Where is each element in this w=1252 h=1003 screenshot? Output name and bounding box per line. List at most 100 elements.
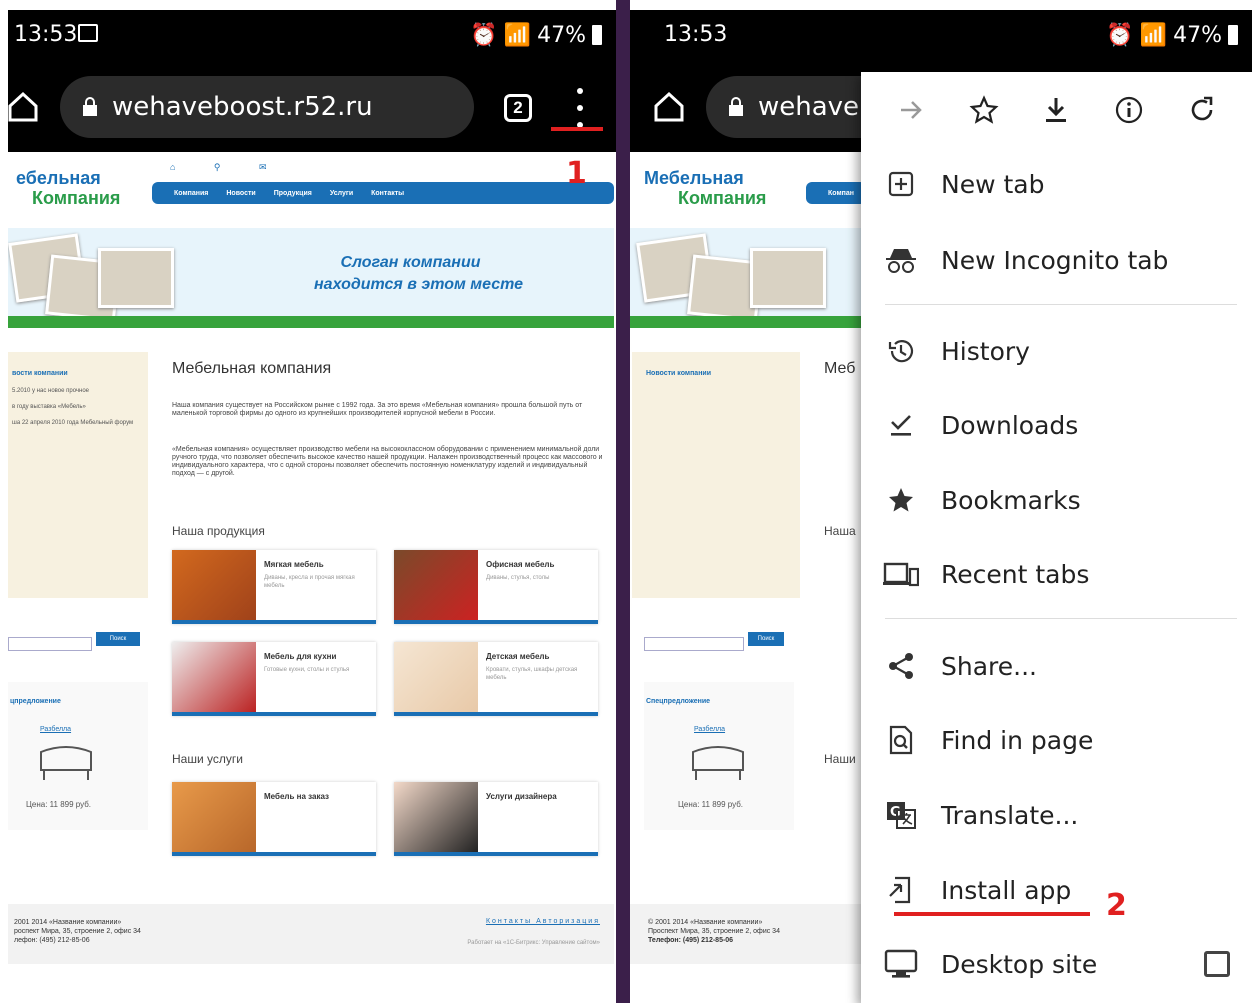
sofa-image[interactable] bbox=[688, 742, 748, 782]
menu-item-new-tab[interactable]: New tab bbox=[861, 154, 1252, 214]
nav-item[interactable]: Услуги bbox=[330, 190, 353, 197]
news-sidebar: вости компании 5.2010 у нас новое прочно… bbox=[8, 352, 148, 598]
menu-item-translate[interactable]: G Translate... bbox=[861, 785, 1252, 845]
nav-item[interactable]: Компания bbox=[174, 190, 208, 197]
service-card[interactable]: Мебель на заказ bbox=[172, 782, 376, 856]
menu-item-label: New Incognito tab bbox=[941, 245, 1169, 275]
lock-icon bbox=[83, 97, 97, 116]
menu-item-install-app[interactable]: Install app bbox=[861, 860, 1252, 920]
menu-item-desktop-site[interactable]: Desktop site bbox=[861, 934, 1252, 994]
product-card[interactable]: Мягкая мебель Диваны, кресла и прочая мя… bbox=[172, 550, 376, 624]
battery-percent: 47% bbox=[1173, 22, 1222, 48]
nav-item[interactable]: Продукция bbox=[274, 190, 312, 197]
alarm-icon: ⏰ bbox=[1106, 22, 1134, 47]
menu-item-label: Bookmarks bbox=[941, 485, 1081, 515]
product-image bbox=[172, 642, 256, 712]
menu-item-recent-tabs[interactable]: Recent tabs bbox=[861, 544, 1252, 604]
product-sub: Готовые кухни, столы и стулья bbox=[264, 667, 350, 673]
nav-item[interactable]: Компан bbox=[828, 190, 854, 197]
main-title-partial: Меб bbox=[824, 360, 856, 377]
product-title: Офисная мебель bbox=[486, 560, 555, 569]
logo-line1: ебельная bbox=[16, 168, 101, 188]
site-top-icons[interactable]: ⌂ ⚲ ✉ bbox=[170, 162, 285, 173]
site-logo[interactable]: ебельная Компания bbox=[16, 168, 120, 208]
product-card[interactable]: Детская мебель Кровати, стулья, шкафы де… bbox=[394, 642, 598, 716]
services-heading-partial: Наши bbox=[824, 752, 856, 766]
service-image bbox=[394, 782, 478, 852]
footer-credit[interactable]: Работает на «1С-Битрикс: Управление сайт… bbox=[467, 940, 600, 946]
news-heading[interactable]: Новости компании bbox=[632, 352, 800, 383]
info-icon[interactable] bbox=[1109, 90, 1149, 130]
site-search-button[interactable]: Поиск bbox=[748, 632, 784, 646]
site-search: Поиск bbox=[644, 632, 784, 652]
site-search-button[interactable]: Поиск bbox=[96, 632, 140, 646]
download-icon[interactable] bbox=[1036, 90, 1076, 130]
svg-text:G: G bbox=[890, 805, 901, 820]
devices-icon bbox=[861, 560, 941, 588]
menu-item-bookmarks[interactable]: Bookmarks bbox=[861, 470, 1252, 530]
alarm-icon: ⏰ bbox=[470, 22, 498, 47]
home-icon[interactable] bbox=[654, 88, 684, 124]
wifi-icon: 📶 bbox=[503, 22, 532, 47]
site-nav: Компан bbox=[806, 182, 866, 204]
annotation-underline-1 bbox=[551, 127, 603, 131]
product-card[interactable]: Офисная мебель Диваны, стулья, столы bbox=[394, 550, 598, 624]
annotation-number-2: 2 bbox=[1106, 888, 1127, 923]
news-item[interactable]: ша 22 апреля 2010 года Мебельный форум bbox=[8, 415, 148, 431]
site-search-input[interactable] bbox=[644, 637, 744, 651]
footer-info: 2001 2014 «Название компании» роспект Ми… bbox=[14, 918, 141, 945]
slogan-line1: Слоган компании bbox=[340, 254, 481, 271]
footer-phone: лефон: (495) 212-85-06 bbox=[14, 937, 90, 944]
site-logo[interactable]: Мебельная Компания bbox=[644, 168, 766, 208]
history-icon bbox=[861, 336, 941, 366]
news-item[interactable]: 5.2010 у нас новое прочное bbox=[8, 383, 148, 399]
forward-icon[interactable] bbox=[891, 90, 931, 130]
battery-icon bbox=[1228, 25, 1238, 45]
product-card[interactable]: Мебель для кухни Готовые кухни, столы и … bbox=[172, 642, 376, 716]
special-link[interactable]: Разбелла bbox=[40, 726, 71, 733]
nav-item[interactable]: Контакты bbox=[371, 190, 404, 197]
special-link[interactable]: Разбелла bbox=[694, 726, 725, 733]
star-icon[interactable] bbox=[964, 90, 1004, 130]
site-nav: Компания Новости Продукция Услуги Контак… bbox=[152, 182, 614, 204]
sofa-image[interactable] bbox=[36, 742, 96, 782]
annotation-number-1: 1 bbox=[566, 156, 587, 191]
screenshot-root: 13:53 ⏰ 📶 47% wehaveboost.r52.ru 2 ебель… bbox=[0, 0, 1252, 1003]
intro-paragraph: Наша компания существует на Российском р… bbox=[172, 402, 583, 417]
refresh-icon[interactable] bbox=[1182, 90, 1222, 130]
status-bar: 13:53 ⏰ 📶 47% bbox=[630, 10, 1252, 62]
services-heading: Наши услуги bbox=[172, 752, 243, 766]
menu-item-label: Desktop site bbox=[941, 949, 1098, 979]
menu-item-new-incognito-tab[interactable]: New Incognito tab bbox=[861, 230, 1252, 290]
menu-item-find-in-page[interactable]: Find in page bbox=[861, 710, 1252, 770]
menu-item-label: Translate... bbox=[941, 800, 1079, 830]
site-search: Поиск bbox=[8, 632, 148, 652]
menu-icon-row bbox=[861, 72, 1252, 148]
product-image bbox=[394, 550, 478, 620]
translate-icon: G bbox=[861, 800, 941, 830]
site-footer: 2001 2014 «Название компании» роспект Ми… bbox=[8, 904, 614, 964]
footer-links[interactable]: Контакты Авторизация bbox=[486, 918, 600, 925]
nav-item[interactable]: Новости bbox=[226, 190, 255, 197]
tab-switcher-button[interactable]: 2 bbox=[504, 94, 532, 122]
special-heading: Спецпредложение bbox=[646, 698, 711, 705]
home-icon[interactable] bbox=[8, 88, 38, 124]
find-in-page-icon bbox=[861, 725, 941, 755]
status-time: 13:53 bbox=[14, 22, 78, 47]
menu-item-history[interactable]: History bbox=[861, 321, 1252, 381]
special-price: Цена: 11 899 руб. bbox=[26, 800, 92, 809]
news-heading[interactable]: вости компании bbox=[8, 352, 148, 383]
menu-item-label: Install app bbox=[941, 875, 1072, 905]
address-bar[interactable]: wehaveboost.r52.ru bbox=[60, 76, 474, 138]
products-heading-partial: Наша bbox=[824, 524, 856, 538]
site-search-input[interactable] bbox=[8, 637, 92, 651]
menu-item-share[interactable]: Share... bbox=[861, 636, 1252, 696]
product-title: Мебель для кухни bbox=[264, 652, 337, 661]
special-price: Цена: 11 899 руб. bbox=[678, 800, 744, 809]
menu-item-downloads[interactable]: Downloads bbox=[861, 395, 1252, 455]
service-card[interactable]: Услуги дизайнера bbox=[394, 782, 598, 856]
menu-kebab-icon[interactable] bbox=[568, 88, 592, 128]
lock-icon bbox=[729, 97, 743, 116]
news-item[interactable]: в году выставка «Мебель» bbox=[8, 399, 148, 415]
desktop-site-checkbox[interactable] bbox=[1204, 951, 1230, 977]
